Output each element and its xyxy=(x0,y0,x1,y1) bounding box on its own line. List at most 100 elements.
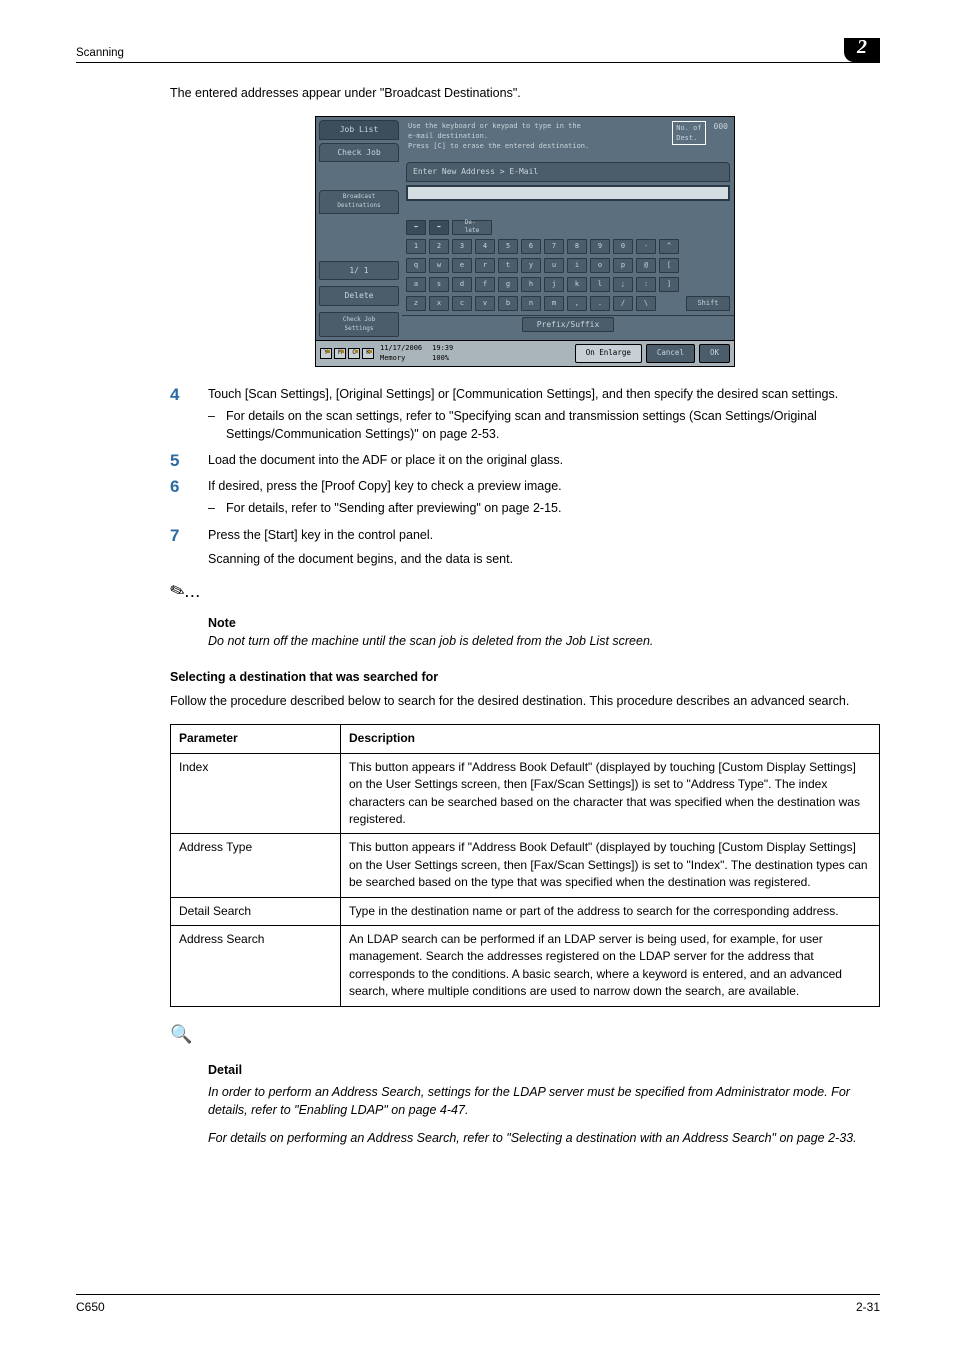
ss-key[interactable]: d xyxy=(452,277,472,292)
ss-key[interactable]: ] xyxy=(659,277,679,292)
ss-key[interactable]: 4 xyxy=(475,239,495,254)
ss-key[interactable]: 7 xyxy=(544,239,564,254)
step-text: Load the document into the ADF or place … xyxy=(208,451,880,471)
ss-key[interactable]: , xyxy=(567,296,587,311)
ss-key[interactable]: a xyxy=(406,277,426,292)
parameter-table: Parameter Description Index This button … xyxy=(170,724,880,1006)
magnifier-icon: 🔍 xyxy=(170,1021,192,1047)
ss-key[interactable]: y xyxy=(521,258,541,273)
table-cell-param: Address Search xyxy=(171,925,341,1006)
ss-key[interactable]: 1 xyxy=(406,239,426,254)
ss-key[interactable]: 2 xyxy=(429,239,449,254)
ss-check-settings-button[interactable]: Check Job Settings xyxy=(319,312,399,337)
ss-key[interactable]: ^ xyxy=(659,239,679,254)
page-header-title: Scanning xyxy=(76,45,124,62)
device-screenshot: Job List Check Job Use the keyboard or k… xyxy=(315,116,735,366)
ss-key[interactable]: \ xyxy=(636,296,656,311)
ss-key[interactable]: g xyxy=(498,277,518,292)
step-text: If desired, press the [Proof Copy] key t… xyxy=(208,477,880,495)
ss-shift-key[interactable]: Shift xyxy=(686,296,730,311)
ss-arrow-left-icon[interactable]: ⬅ xyxy=(406,220,426,235)
ss-key[interactable]: s xyxy=(429,277,449,292)
detail-icon-row: 🔍 xyxy=(170,1021,880,1047)
ss-key[interactable]: p xyxy=(613,258,633,273)
ss-key[interactable]: 9 xyxy=(590,239,610,254)
ss-key[interactable]: x xyxy=(429,296,449,311)
ss-memory-value: 100% xyxy=(432,353,453,363)
ss-key[interactable]: j xyxy=(544,277,564,292)
ss-prefix-suffix-button[interactable]: Prefix/Suffix xyxy=(522,317,615,332)
ss-key[interactable]: - xyxy=(636,239,656,254)
table-header: Description xyxy=(341,725,880,753)
ss-key[interactable]: 8 xyxy=(567,239,587,254)
ss-key[interactable]: n xyxy=(521,296,541,311)
ss-key[interactable]: m xyxy=(544,296,564,311)
step-bullet: For details, refer to "Sending after pre… xyxy=(226,499,561,517)
step-5: 5 Load the document into the ADF or plac… xyxy=(170,451,880,471)
ss-memory-label: Memory xyxy=(380,353,422,363)
ss-cancel-button[interactable]: Cancel xyxy=(646,344,695,363)
ss-date: 11/17/2006 xyxy=(380,343,422,353)
ss-key-row-num: 1 2 3 4 5 6 7 8 9 0 - ^ xyxy=(402,239,734,254)
ss-instructions: Use the keyboard or keypad to type in th… xyxy=(402,117,734,162)
ss-key[interactable]: k xyxy=(567,277,587,292)
ss-check-job-tab[interactable]: Check Job xyxy=(319,143,399,163)
step-number: 5 xyxy=(170,451,208,471)
ss-key[interactable]: c xyxy=(452,296,472,311)
detail-paragraph: For details on performing an Address Sea… xyxy=(208,1129,880,1147)
ss-dest-count-label: No. of Dest. xyxy=(672,121,705,145)
table-header: Parameter xyxy=(171,725,341,753)
ss-key[interactable]: w xyxy=(429,258,449,273)
ss-key[interactable]: ; xyxy=(613,277,633,292)
table-cell-desc: This button appears if "Address Book Def… xyxy=(341,834,880,897)
ss-key[interactable]: 5 xyxy=(498,239,518,254)
ss-delete-button[interactable]: Delete xyxy=(319,286,399,306)
ss-key[interactable]: b xyxy=(498,296,518,311)
ss-key[interactable]: 6 xyxy=(521,239,541,254)
ss-key[interactable]: q xyxy=(406,258,426,273)
table-row: Detail Search Type in the destination na… xyxy=(171,897,880,925)
table-cell-desc: Type in the destination name or part of … xyxy=(341,897,880,925)
footer-model: C650 xyxy=(76,1299,105,1316)
ss-key[interactable]: @ xyxy=(636,258,656,273)
ss-ok-button[interactable]: OK xyxy=(699,344,730,363)
step-text: Press the [Start] key in the control pan… xyxy=(208,526,880,544)
ss-delete-key[interactable]: De- lete xyxy=(452,220,492,235)
ss-text-input[interactable] xyxy=(406,185,730,201)
ss-key[interactable]: [ xyxy=(659,258,679,273)
section-title: Selecting a destination that was searche… xyxy=(170,668,880,686)
step-4: 4 Touch [Scan Settings], [Original Setti… xyxy=(170,385,880,445)
ss-key[interactable]: / xyxy=(613,296,633,311)
ss-key[interactable]: . xyxy=(590,296,610,311)
table-cell-param: Address Type xyxy=(171,834,341,897)
ss-key[interactable]: z xyxy=(406,296,426,311)
table-row: Index This button appears if "Address Bo… xyxy=(171,753,880,834)
step-after-text: Scanning of the document begins, and the… xyxy=(208,550,880,568)
ss-key[interactable]: u xyxy=(544,258,564,273)
ss-key[interactable]: l xyxy=(590,277,610,292)
ss-job-list-tab[interactable]: Job List xyxy=(319,120,399,140)
ss-broadcast-label: Broadcast Destinations xyxy=(319,190,399,213)
ss-key[interactable]: t xyxy=(498,258,518,273)
table-row: Address Type This button appears if "Add… xyxy=(171,834,880,897)
ss-enlarge-button[interactable]: On Enlarge xyxy=(575,344,642,363)
chapter-number-badge: 2 xyxy=(844,38,880,62)
ss-key[interactable]: : xyxy=(636,277,656,292)
ss-key[interactable]: v xyxy=(475,296,495,311)
ss-key[interactable]: e xyxy=(452,258,472,273)
bullet-dash: – xyxy=(208,407,226,443)
table-cell-param: Index xyxy=(171,753,341,834)
ss-key[interactable]: i xyxy=(567,258,587,273)
table-cell-param: Detail Search xyxy=(171,897,341,925)
ss-key-row-z: z x c v b n m , . / \ Shift xyxy=(402,296,734,311)
ss-key[interactable]: h xyxy=(521,277,541,292)
ss-arrow-right-icon[interactable]: ➡ xyxy=(429,220,449,235)
ss-key[interactable]: r xyxy=(475,258,495,273)
ss-key[interactable]: 3 xyxy=(452,239,472,254)
ss-key[interactable]: 0 xyxy=(613,239,633,254)
section-intro: Follow the procedure described below to … xyxy=(170,692,880,710)
ss-key[interactable]: f xyxy=(475,277,495,292)
ss-key[interactable]: o xyxy=(590,258,610,273)
ss-enter-address-bar: Enter New Address > E-Mail xyxy=(406,162,730,182)
ss-time: 19:39 xyxy=(432,343,453,353)
